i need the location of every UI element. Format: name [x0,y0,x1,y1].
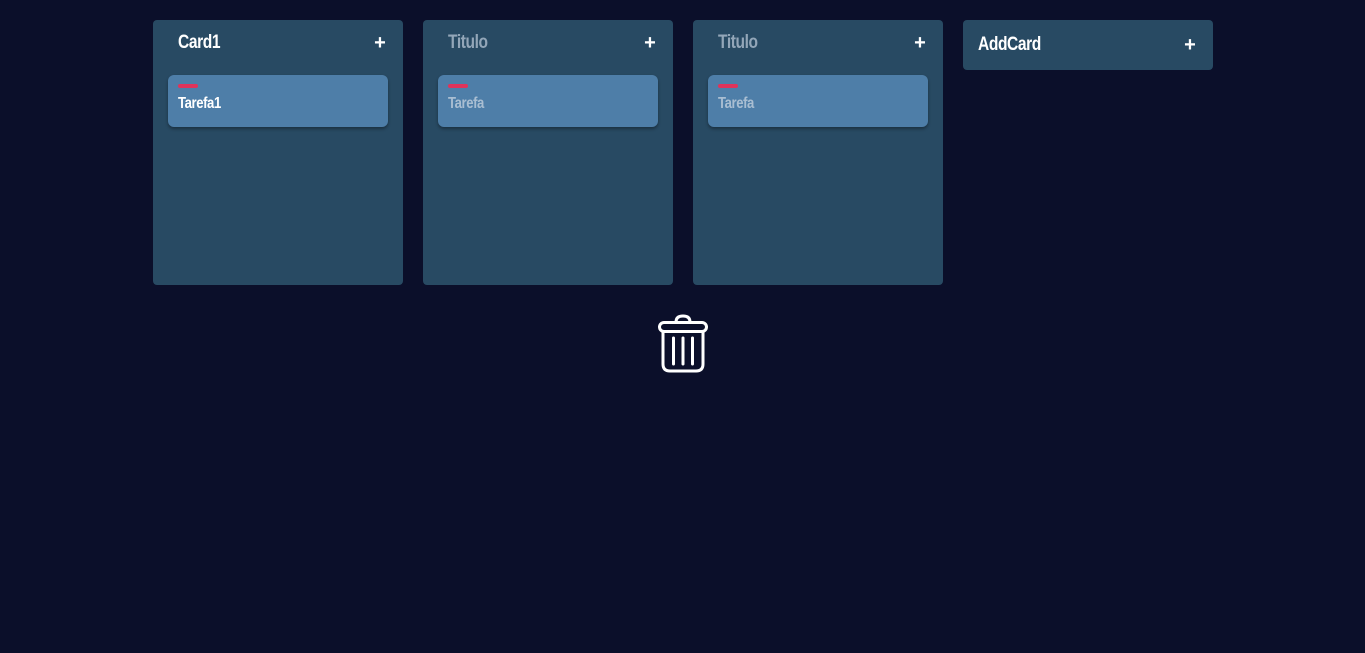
task-text[interactable]: Tarefa [718,95,754,113]
task-tag [448,84,468,88]
add-task-button[interactable]: + [643,33,657,53]
add-card-label: AddCard [978,34,1041,55]
column-title[interactable]: Titulo [718,32,758,54]
add-task-button[interactable]: + [373,33,387,53]
task-card[interactable]: Tarefa [438,75,658,127]
add-card-button[interactable]: + [1183,35,1197,55]
column-header: Titulo + [423,20,673,66]
column-title[interactable]: Titulo [448,32,488,54]
task-card[interactable]: Tarefa [708,75,928,127]
task-tag [178,84,198,88]
board: Card1 + Tarefa1 Titulo + Tarefa Titulo +… [153,20,1213,285]
column-titulo-1: Titulo + Tarefa [423,20,673,285]
column-header: Card1 + [153,20,403,66]
trash-icon[interactable] [657,314,709,374]
add-task-button[interactable]: + [913,33,927,53]
task-text[interactable]: Tarefa [448,95,484,113]
column-title[interactable]: Card1 [178,32,221,54]
column-titulo-2: Titulo + Tarefa [693,20,943,285]
column-header: Titulo + [693,20,943,66]
column-card1: Card1 + Tarefa1 [153,20,403,285]
task-tag [718,84,738,88]
task-text[interactable]: Tarefa1 [178,95,221,113]
task-card[interactable]: Tarefa1 [168,75,388,127]
add-card-panel[interactable]: AddCard + [963,20,1213,70]
